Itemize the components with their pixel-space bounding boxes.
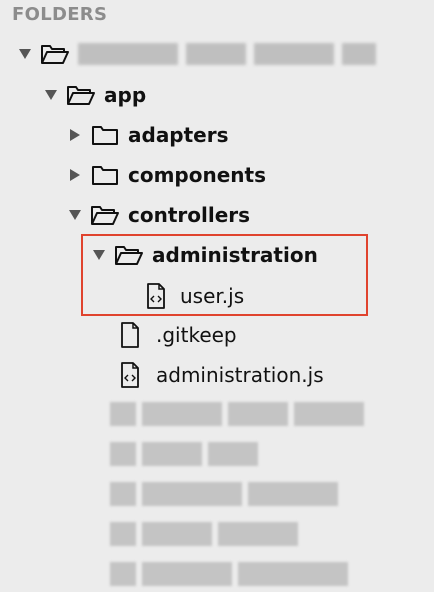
highlight-box [81,234,368,316]
tree-item-adapters[interactable]: adapters [64,115,229,155]
tree-item-controllers[interactable]: controllers [64,195,250,235]
folder-open-icon [66,82,96,108]
code-file-icon [118,362,142,388]
root-folder-name-redacted [78,43,376,65]
triangle-right-icon[interactable] [64,164,86,186]
redacted-row [110,522,298,546]
tree-item-label: app [104,83,147,107]
tree-item-root[interactable] [14,34,376,74]
triangle-right-icon[interactable] [64,124,86,146]
folder-open-icon [40,41,70,67]
tree-item-label: .gitkeep [156,323,237,347]
tree-item-label: components [128,163,266,187]
folder-open-icon [90,202,120,228]
tree-item-label: administration.js [156,363,324,387]
folders-sidebar: FOLDERS app adapters components controll… [0,0,434,592]
tree-item-label: adapters [128,123,229,147]
tree-item-gitkeep[interactable]: .gitkeep [118,315,237,355]
triangle-down-icon[interactable] [40,84,62,106]
file-icon [118,322,142,348]
redacted-tree-items [110,396,370,592]
redacted-row [110,482,338,506]
redacted-row [110,442,258,466]
tree-item-app[interactable]: app [40,75,146,115]
folder-icon [90,122,120,148]
tree-item-administration-js[interactable]: administration.js [118,355,324,395]
folder-icon [90,162,120,188]
triangle-down-icon[interactable] [14,43,36,65]
triangle-down-icon[interactable] [64,204,86,226]
tree-item-label: controllers [128,203,251,227]
tree-item-components[interactable]: components [64,155,266,195]
redacted-row [110,562,348,586]
redacted-row [110,402,364,426]
folders-header: FOLDERS [12,4,108,25]
